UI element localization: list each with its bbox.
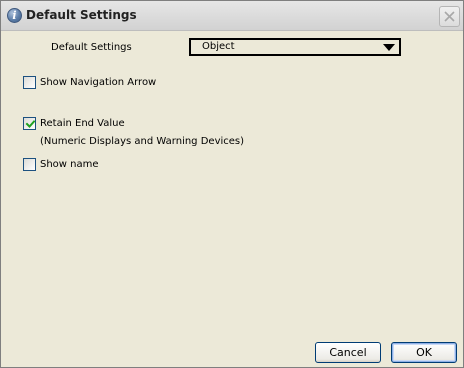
retain-end-value-note: (Numeric Displays and Warning Devices) (40, 136, 245, 147)
default-settings-select[interactable]: Object (189, 38, 401, 56)
show-navigation-arrow-checkbox[interactable] (23, 76, 36, 89)
default-settings-value: Object (202, 41, 235, 52)
info-icon: i (7, 8, 22, 23)
cancel-button[interactable]: Cancel (315, 342, 381, 363)
show-name-label: Show name (40, 159, 99, 170)
show-navigation-arrow-label: Show Navigation Arrow (40, 77, 157, 88)
show-name-option[interactable]: Show name (23, 158, 113, 172)
retain-end-value-option[interactable]: Retain End Value (23, 117, 143, 131)
retain-end-value-checkbox[interactable] (23, 117, 36, 130)
default-settings-label: Default Settings (51, 42, 132, 53)
checkmark-icon (25, 120, 36, 128)
close-icon (444, 11, 455, 22)
chevron-down-icon (383, 44, 395, 51)
show-name-checkbox[interactable] (23, 158, 36, 171)
show-navigation-arrow-option[interactable]: Show Navigation Arrow (23, 76, 163, 90)
title-bar[interactable]: i Default Settings (1, 1, 463, 31)
retain-end-value-label: Retain End Value (40, 118, 125, 129)
dialog-title: Default Settings (26, 8, 137, 22)
ok-button[interactable]: OK (391, 342, 457, 363)
default-settings-dialog: i Default Settings Default Settings Obje… (0, 0, 464, 368)
close-button[interactable] (439, 6, 460, 27)
